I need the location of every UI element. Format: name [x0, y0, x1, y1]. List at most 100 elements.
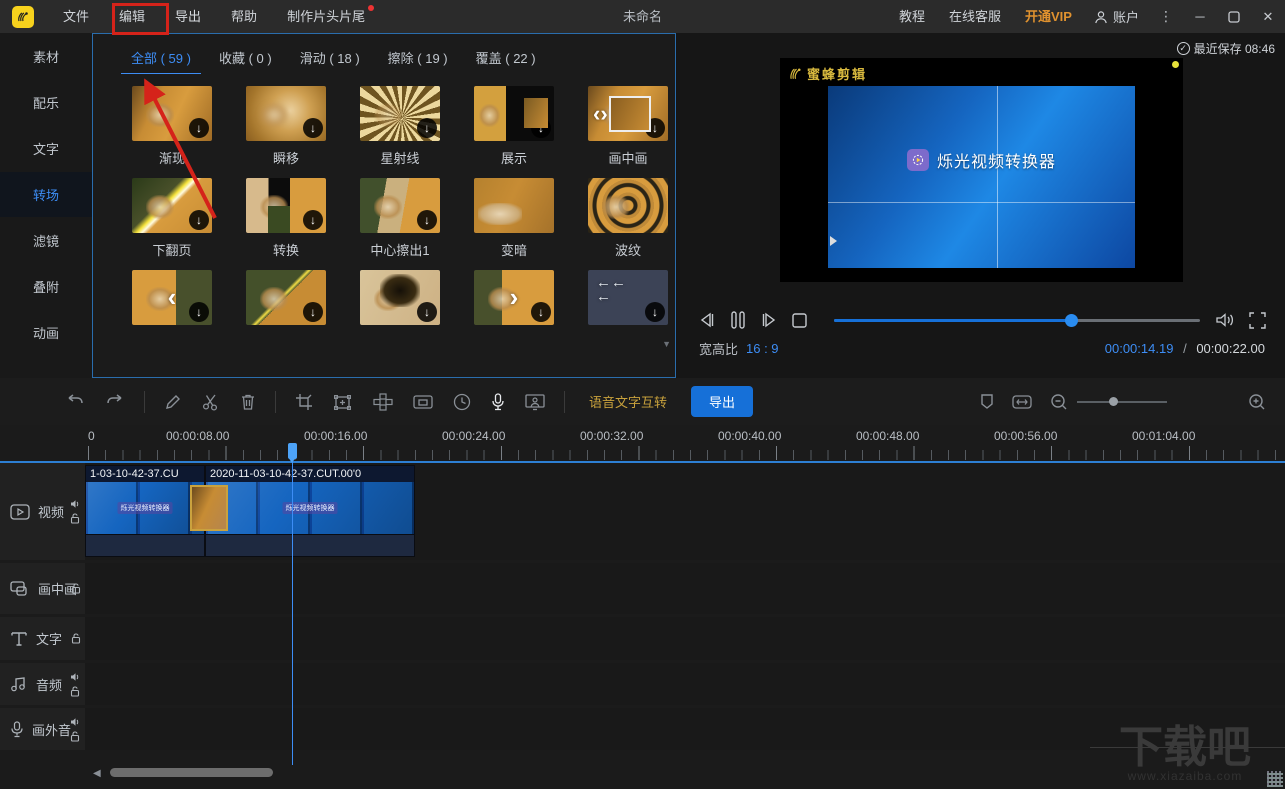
- transition-thumbnail[interactable]: ↓: [474, 178, 554, 233]
- transition-item[interactable]: ↓ 下翻页: [117, 178, 227, 256]
- transition-item[interactable]: ↓ 变暗: [459, 178, 569, 256]
- marker-flag-button[interactable]: [979, 392, 995, 412]
- track-lock-icon[interactable]: [70, 513, 80, 524]
- speech-text-convert-button[interactable]: 语音文字互转: [589, 392, 667, 411]
- split-scissors-button[interactable]: [201, 392, 221, 412]
- track-body[interactable]: 1-03-10-42-37.CU 烁光视频转换器 2020-11-03-10-4…: [85, 463, 1285, 560]
- transition-thumbnail[interactable]: ↓: [360, 270, 440, 325]
- transition-item[interactable]: ↓ 转换: [231, 178, 341, 256]
- transitions-tab[interactable]: 擦除 ( 19 ): [378, 48, 458, 74]
- track-body[interactable]: [85, 563, 1285, 614]
- transition-item[interactable]: ↓: [345, 270, 455, 348]
- duration-clock-button[interactable]: [452, 392, 472, 412]
- track-lock-icon[interactable]: [70, 731, 80, 742]
- transition-item[interactable]: ‹› ↓ 画中画: [573, 86, 676, 164]
- track-body[interactable]: [85, 708, 1285, 750]
- transition-thumbnail[interactable]: ↓: [132, 86, 212, 141]
- track-lock-icon[interactable]: [70, 686, 80, 697]
- account-button[interactable]: 账户: [1084, 7, 1149, 26]
- transition-item[interactable]: ↓: [231, 270, 341, 348]
- transition-item[interactable]: ↓ 展示: [459, 86, 569, 164]
- zoom-region-button[interactable]: [332, 392, 354, 412]
- transition-item[interactable]: ←←← ↓: [573, 270, 676, 348]
- transition-thumbnail[interactable]: ↓: [246, 86, 326, 141]
- download-icon[interactable]: ↓: [417, 118, 437, 138]
- video-clip[interactable]: 1-03-10-42-37.CU 烁光视频转换器: [85, 465, 205, 557]
- transitions-tab[interactable]: 覆盖 ( 22 ): [466, 48, 546, 74]
- export-button[interactable]: 导出: [691, 386, 753, 417]
- maximize-button[interactable]: [1217, 0, 1251, 33]
- sidebar-item[interactable]: 转场: [0, 172, 92, 217]
- track-body[interactable]: [85, 663, 1285, 705]
- transition-thumbnail[interactable]: ↓: [132, 178, 212, 233]
- titlebar-link[interactable]: 开通VIP: [1013, 0, 1084, 33]
- overflow-menu-icon[interactable]: ⋮: [1149, 8, 1183, 25]
- download-icon[interactable]: ↓: [303, 118, 323, 138]
- download-icon[interactable]: ↓: [189, 302, 209, 322]
- undo-button[interactable]: [64, 392, 86, 412]
- edit-pencil-button[interactable]: [163, 392, 183, 412]
- aspect-ratio-value[interactable]: 16 : 9: [746, 341, 779, 356]
- picture-in-picture-button[interactable]: [412, 392, 434, 412]
- track-mute-icon[interactable]: [70, 717, 81, 727]
- crop-button[interactable]: [294, 392, 314, 412]
- playhead-handle[interactable]: [288, 443, 297, 459]
- track-header[interactable]: 视频: [0, 463, 85, 560]
- transitions-tab[interactable]: 收藏 ( 0 ): [209, 48, 282, 74]
- sidebar-item[interactable]: 素材: [0, 34, 92, 79]
- transitions-tab[interactable]: 全部 ( 59 ): [121, 48, 201, 74]
- redo-button[interactable]: [104, 392, 126, 412]
- transition-thumbnail[interactable]: ↓: [246, 270, 326, 325]
- seek-bar[interactable]: [834, 319, 1200, 322]
- download-icon[interactable]: ↓: [303, 210, 323, 230]
- video-preview[interactable]: 烁光视频转换器 蜜蜂剪辑: [780, 58, 1183, 282]
- transition-thumbnail[interactable]: ‹› ↓: [588, 86, 668, 141]
- sidebar-item[interactable]: 滤镜: [0, 218, 92, 263]
- download-icon[interactable]: ↓: [417, 210, 437, 230]
- transition-item[interactable]: ↓ 星射线: [345, 86, 455, 164]
- seek-handle[interactable]: [1065, 314, 1078, 327]
- transition-thumbnail[interactable]: ↓: [474, 86, 554, 141]
- scroll-down-icon[interactable]: ▼: [662, 339, 671, 349]
- menu-item[interactable]: 导出: [160, 0, 216, 33]
- previous-frame-button[interactable]: [697, 311, 717, 329]
- transition-item[interactable]: › ↓: [459, 270, 569, 348]
- transition-thumbnail[interactable]: ↓: [360, 178, 440, 233]
- download-icon[interactable]: ↓: [189, 210, 209, 230]
- timeline-zoom-slider[interactable]: [1077, 401, 1167, 403]
- volume-icon[interactable]: [1214, 310, 1236, 330]
- track-header[interactable]: 画中画: [0, 563, 85, 614]
- menu-item[interactable]: 制作片头片尾: [272, 0, 380, 33]
- menu-item[interactable]: 帮助: [216, 0, 272, 33]
- zoom-in-button[interactable]: [1247, 392, 1267, 412]
- titlebar-link[interactable]: 教程: [887, 0, 937, 33]
- transition-thumbnail[interactable]: › ↓: [474, 270, 554, 325]
- transition-item[interactable]: ↓ 瞬移: [231, 86, 341, 164]
- sidebar-item[interactable]: 文字: [0, 126, 92, 171]
- delete-trash-button[interactable]: [239, 392, 257, 412]
- track-header[interactable]: 画外音: [0, 708, 85, 750]
- video-clip[interactable]: 2020-11-03-10-42-37.CUT.00'0 烁光视频转换器: [205, 465, 415, 557]
- chroma-key-button[interactable]: [524, 392, 546, 412]
- minimize-button[interactable]: ─: [1183, 0, 1217, 33]
- track-header[interactable]: 文字: [0, 617, 85, 660]
- track-mute-icon[interactable]: [70, 499, 81, 509]
- track-body[interactable]: [85, 617, 1285, 660]
- scroll-left-icon[interactable]: ◀: [93, 768, 101, 779]
- stop-button[interactable]: [791, 312, 808, 329]
- menu-item[interactable]: 编辑: [104, 0, 160, 33]
- zoom-slider-handle[interactable]: [1109, 397, 1118, 406]
- transitions-tab[interactable]: 滑动 ( 18 ): [290, 48, 370, 74]
- transition-thumbnail[interactable]: ↓: [246, 178, 326, 233]
- sidebar-item[interactable]: 配乐: [0, 80, 92, 125]
- track-lock-icon[interactable]: [71, 583, 81, 594]
- transition-thumbnail[interactable]: ←←← ↓: [588, 270, 668, 325]
- transition-thumbnail[interactable]: ‹ ↓: [132, 270, 212, 325]
- transition-thumbnail[interactable]: ↓: [588, 178, 668, 233]
- menu-item[interactable]: 文件: [48, 0, 104, 33]
- sidebar-item[interactable]: 叠附: [0, 264, 92, 309]
- sidebar-item[interactable]: 动画: [0, 310, 92, 355]
- timeline-ruler[interactable]: 0 00:00:08.00 00:00:16.00 00:00:24.00 00…: [0, 425, 1285, 461]
- download-icon[interactable]: ↓: [303, 302, 323, 322]
- close-button[interactable]: ✕: [1251, 0, 1285, 33]
